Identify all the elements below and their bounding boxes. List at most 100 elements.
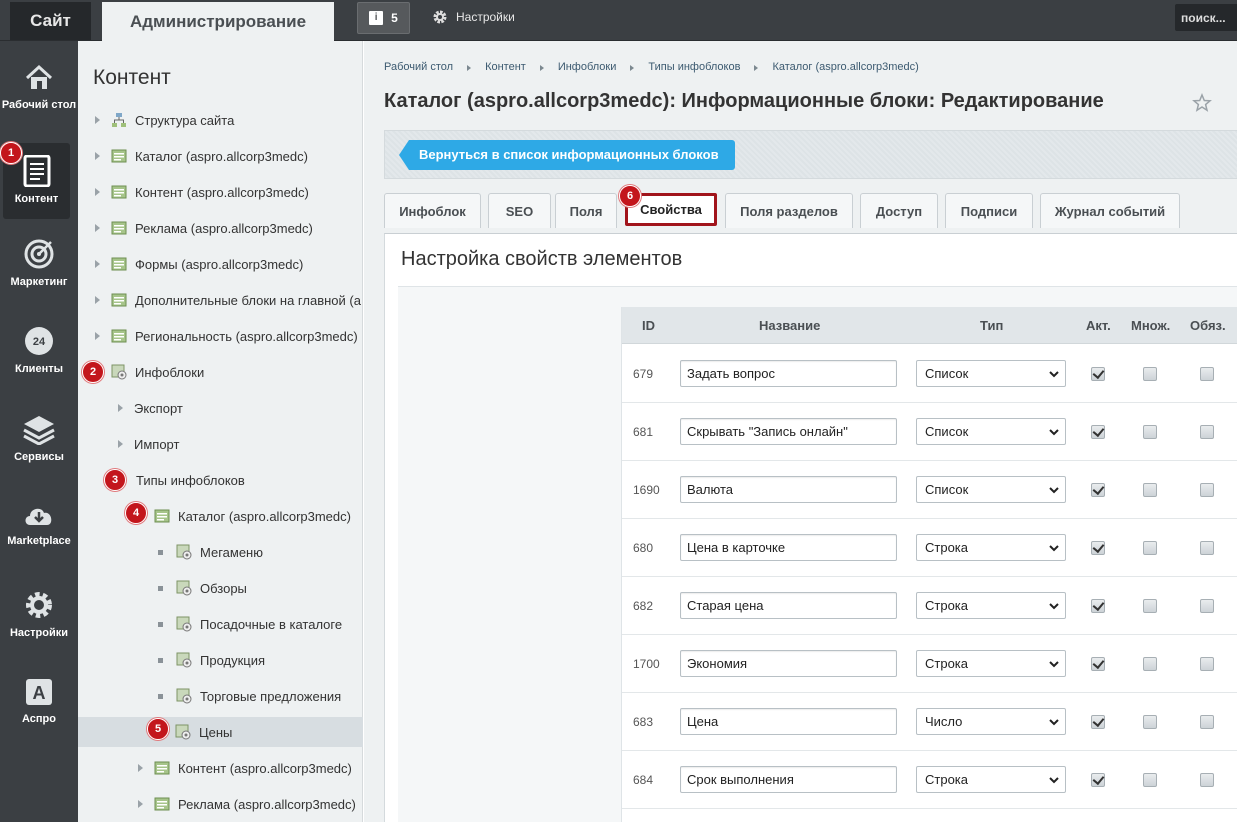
multiple-checkbox[interactable] <box>1143 425 1157 439</box>
property-type-select[interactable]: Строка <box>916 650 1066 677</box>
expand-arrow-icon[interactable] <box>138 800 143 808</box>
menu-item-marketing[interactable]: Маркетинг <box>0 238 78 289</box>
tree-item[interactable]: Контент (aspro.allcorp3medc) <box>78 177 363 207</box>
tab-seo[interactable]: SEO <box>488 193 551 228</box>
tree-item[interactable]: Дополнительные блоки на главной (a <box>78 285 363 315</box>
expand-arrow-icon[interactable] <box>95 152 100 160</box>
required-checkbox[interactable] <box>1200 483 1214 497</box>
active-checkbox[interactable] <box>1091 773 1105 787</box>
active-checkbox[interactable] <box>1091 541 1105 555</box>
tab-fields[interactable]: Поля <box>555 193 617 228</box>
admin-tab[interactable]: Администрирование <box>102 2 334 41</box>
property-type-select[interactable]: Список <box>916 476 1066 503</box>
breadcrumb-item[interactable]: Типы инфоблоков <box>648 61 740 73</box>
multiple-checkbox[interactable] <box>1143 367 1157 381</box>
tree-item[interactable]: Каталог (aspro.allcorp3medc) <box>78 141 363 171</box>
menu-item-services[interactable]: Сервисы <box>0 413 78 464</box>
active-checkbox[interactable] <box>1091 657 1105 671</box>
multiple-checkbox[interactable] <box>1143 657 1157 671</box>
table-row: 682 Строка <box>622 577 1237 635</box>
tab-section-fields[interactable]: Поля разделов <box>725 193 853 228</box>
multiple-checkbox[interactable] <box>1143 773 1157 787</box>
property-type-select[interactable]: Строка <box>916 592 1066 619</box>
tree-item[interactable]: Контент (aspro.allcorp3medc) <box>78 753 363 783</box>
active-checkbox[interactable] <box>1091 367 1105 381</box>
star-icon[interactable] <box>1192 93 1212 113</box>
menu-item-marketplace[interactable]: Marketplace <box>0 501 78 548</box>
breadcrumb-item[interactable]: Контент <box>485 61 526 73</box>
property-name-input[interactable] <box>680 418 897 445</box>
required-checkbox[interactable] <box>1200 367 1214 381</box>
active-checkbox[interactable] <box>1091 425 1105 439</box>
required-checkbox[interactable] <box>1200 599 1214 613</box>
tab-captions[interactable]: Подписи <box>945 193 1033 228</box>
breadcrumb-item[interactable]: Рабочий стол <box>384 61 453 73</box>
property-type-select[interactable]: Строка <box>916 766 1066 793</box>
required-checkbox[interactable] <box>1200 773 1214 787</box>
tree-item[interactable]: Посадочные в каталоге <box>78 609 363 639</box>
required-checkbox[interactable] <box>1200 715 1214 729</box>
expand-arrow-icon[interactable] <box>95 224 100 232</box>
tree-item[interactable]: Реклама (aspro.allcorp3medc) <box>78 789 363 819</box>
expand-arrow-icon[interactable] <box>95 188 100 196</box>
tree-item[interactable]: Продукция <box>78 645 363 675</box>
tab-infoblock[interactable]: Инфоблок <box>384 193 481 228</box>
property-type-select[interactable]: Список <box>916 360 1066 387</box>
property-type-select[interactable]: Список <box>916 418 1066 445</box>
active-checkbox[interactable] <box>1091 715 1105 729</box>
breadcrumb-item[interactable]: Каталог (aspro.allcorp3medc) <box>772 61 918 73</box>
menu-item-settings[interactable]: Настройки <box>0 589 78 640</box>
tree-item[interactable]: Торговые предложения <box>78 681 363 711</box>
property-type-select[interactable]: Число <box>916 708 1066 735</box>
property-name-input[interactable] <box>680 650 897 677</box>
expand-arrow-icon[interactable] <box>95 332 100 340</box>
notifications-button[interactable]: i 5 <box>357 2 410 34</box>
tab-access[interactable]: Доступ <box>860 193 938 228</box>
expand-arrow-icon[interactable] <box>138 764 143 772</box>
tree-item[interactable]: Региональность (aspro.allcorp3medc) <box>78 321 363 351</box>
property-name-input[interactable] <box>680 592 897 619</box>
tree-item[interactable]: Обзоры <box>78 573 363 603</box>
required-checkbox[interactable] <box>1200 541 1214 555</box>
property-name-input[interactable] <box>680 708 897 735</box>
active-checkbox[interactable] <box>1091 599 1105 613</box>
required-checkbox[interactable] <box>1200 657 1214 671</box>
property-name-input[interactable] <box>680 476 897 503</box>
tree-item-catalog-type[interactable]: Каталог (aspro.allcorp3medc) <box>78 501 363 531</box>
property-id: 681 <box>633 425 654 439</box>
settings-link[interactable]: Настройки <box>432 9 515 25</box>
tree-item-prices[interactable]: Цены <box>78 717 363 747</box>
expand-arrow-icon[interactable] <box>118 404 123 412</box>
tab-event-log[interactable]: Журнал событий <box>1040 193 1180 228</box>
active-checkbox[interactable] <box>1091 483 1105 497</box>
property-name-input[interactable] <box>680 534 897 561</box>
property-name-input[interactable] <box>680 360 897 387</box>
multiple-checkbox[interactable] <box>1143 541 1157 555</box>
site-tab[interactable]: Сайт <box>10 2 91 40</box>
multiple-checkbox[interactable] <box>1143 599 1157 613</box>
back-to-list-button[interactable]: Вернуться в список информационных блоков <box>399 140 735 170</box>
property-type-select[interactable]: Строка <box>916 534 1066 561</box>
expand-arrow-icon[interactable] <box>95 116 100 124</box>
tree-item-export[interactable]: Экспорт <box>78 393 363 423</box>
step-badge: 1 <box>0 142 22 164</box>
expand-arrow-icon[interactable] <box>95 296 100 304</box>
search-input[interactable]: поиск... <box>1175 4 1237 31</box>
multiple-checkbox[interactable] <box>1143 715 1157 729</box>
required-checkbox[interactable] <box>1200 425 1214 439</box>
expand-arrow-icon[interactable] <box>118 440 123 448</box>
tree-item-site-structure[interactable]: Структура сайта <box>78 105 363 135</box>
menu-item-clients[interactable]: 24 Клиенты <box>0 325 78 376</box>
tree-item[interactable]: Формы (aspro.allcorp3medc) <box>78 249 363 279</box>
menu-item-desktop[interactable]: Рабочий стол <box>0 63 78 112</box>
multiple-checkbox[interactable] <box>1143 483 1157 497</box>
tree-item[interactable]: Мегаменю <box>78 537 363 567</box>
tree-item-import[interactable]: Импорт <box>78 429 363 459</box>
menu-item-aspro[interactable]: A Аспро <box>0 677 78 726</box>
breadcrumb-item[interactable]: Инфоблоки <box>558 61 617 73</box>
expand-arrow-icon[interactable] <box>95 260 100 268</box>
tree-item-infoblocks[interactable]: Инфоблоки <box>78 357 363 387</box>
property-name-input[interactable] <box>680 766 897 793</box>
tree-item[interactable]: Реклама (aspro.allcorp3medc) <box>78 213 363 243</box>
chevron-down-icon <box>1049 371 1059 378</box>
